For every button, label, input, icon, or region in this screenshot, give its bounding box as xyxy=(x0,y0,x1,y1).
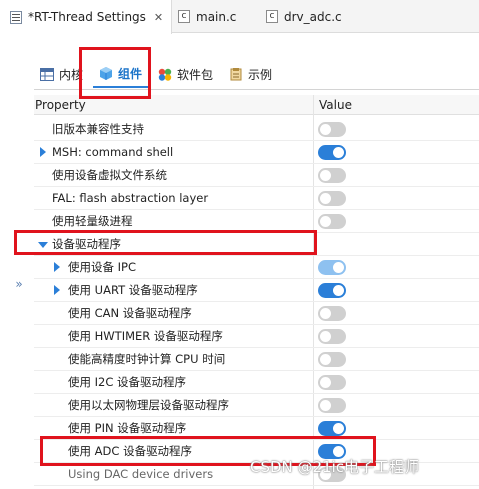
row-label: Using DAC device drivers xyxy=(68,467,214,481)
toggle-switch[interactable] xyxy=(318,398,346,413)
header-value: Value xyxy=(319,97,352,112)
table-row[interactable]: 使用 CAN 设备驱动程序 xyxy=(34,302,479,325)
toggle-knob xyxy=(320,354,331,365)
sidebar-expand-icon[interactable]: » xyxy=(10,275,28,293)
table-row[interactable]: 使用 I2C 设备驱动程序 xyxy=(34,371,479,394)
toggle-switch[interactable] xyxy=(318,375,346,390)
example-icon xyxy=(229,67,243,81)
table-row[interactable]: 使用 UART 设备驱动程序 xyxy=(34,279,479,302)
table-row[interactable]: 使用 HWTIMER 设备驱动程序 xyxy=(34,325,479,348)
toggle-switch[interactable] xyxy=(318,283,346,298)
row-label: 旧版本兼容性支持 xyxy=(52,122,144,136)
toggle-switch[interactable] xyxy=(318,306,346,321)
row-label: 使用以太网物理层设备驱动程序 xyxy=(68,398,229,412)
toggle-switch[interactable] xyxy=(318,122,346,137)
tab-label: drv_adc.c xyxy=(284,9,342,24)
toggle-knob xyxy=(333,423,344,434)
toggle-knob xyxy=(320,216,331,227)
toggle-knob xyxy=(333,147,344,158)
toggle-switch[interactable] xyxy=(318,191,346,206)
toggle-switch[interactable] xyxy=(318,168,346,183)
toggle-knob xyxy=(320,170,331,181)
toggle-switch[interactable] xyxy=(318,329,346,344)
table-row[interactable]: 旧版本兼容性支持 xyxy=(34,118,479,141)
toggle-switch[interactable] xyxy=(318,214,346,229)
tab-drv-adc-c[interactable]: c drv_adc.c xyxy=(266,0,366,33)
editor-tab-bar: *RT-Thread Settings ✕ c main.c c drv_adc… xyxy=(0,0,479,34)
row-label: 使用设备虚拟文件系统 xyxy=(52,168,167,182)
close-icon[interactable]: ✕ xyxy=(154,11,163,24)
table-row[interactable]: 使用以太网物理层设备驱动程序 xyxy=(34,394,479,417)
highlight-box-components xyxy=(79,47,151,99)
toggle-knob xyxy=(320,124,331,135)
chevron-right-icon[interactable] xyxy=(54,262,60,272)
tab-label: main.c xyxy=(196,9,237,24)
package-icon xyxy=(158,68,172,81)
subtab-label: 软件包 xyxy=(177,67,214,82)
toggle-knob xyxy=(320,331,331,342)
table-row[interactable]: 使用设备虚拟文件系统 xyxy=(34,164,479,187)
row-label: 使用设备 IPC xyxy=(68,260,137,274)
row-label: 使用 HWTIMER 设备驱动程序 xyxy=(68,329,223,343)
toggle-knob xyxy=(320,400,331,411)
subtab-packages[interactable]: 软件包 xyxy=(152,60,219,88)
toggle-knob xyxy=(320,377,331,388)
kernel-icon xyxy=(40,67,54,81)
c-file-icon: c xyxy=(266,10,278,23)
c-file-icon: c xyxy=(178,10,190,23)
watermark-text: CSDN @21ic电子工程师 xyxy=(250,458,420,476)
toggle-switch[interactable] xyxy=(318,421,346,436)
row-label: 使用 I2C 设备驱动程序 xyxy=(68,375,187,389)
row-label: 使用轻量级进程 xyxy=(52,214,133,228)
row-label: 使能高精度时钟计算 CPU 时间 xyxy=(68,352,226,366)
settings-subtabs: 内核 组件 软件包 示例 xyxy=(34,58,282,90)
chevron-right-icon[interactable] xyxy=(54,285,60,295)
table-row[interactable]: 使能高精度时钟计算 CPU 时间 xyxy=(34,348,479,371)
tab-rt-thread-settings[interactable]: *RT-Thread Settings ✕ xyxy=(0,0,172,34)
row-label: 使用 UART 设备驱动程序 xyxy=(68,283,198,297)
highlight-box-device-drivers xyxy=(14,230,317,255)
subtab-examples[interactable]: 示例 xyxy=(223,60,278,88)
settings-file-icon xyxy=(10,10,22,24)
toggle-switch[interactable] xyxy=(318,352,346,367)
property-table-body: 旧版本兼容性支持 MSH: command shell 使用设备虚拟文件系统 FAL:… xyxy=(34,118,479,486)
chevron-right-icon[interactable] xyxy=(40,147,46,157)
toggle-switch[interactable] xyxy=(318,260,346,275)
toggle-knob xyxy=(333,262,344,273)
table-row[interactable]: FAL: flash abstraction layer xyxy=(34,187,479,210)
toggle-knob xyxy=(333,285,344,296)
tab-label: *RT-Thread Settings xyxy=(28,10,146,24)
row-label: 使用 PIN 设备驱动程序 xyxy=(68,421,187,435)
toggle-switch[interactable] xyxy=(318,145,346,160)
toggle-knob xyxy=(320,308,331,319)
subtab-label: 示例 xyxy=(248,67,273,82)
row-label: MSH: command shell xyxy=(52,145,174,159)
toggle-knob xyxy=(320,193,331,204)
table-row[interactable]: 使用设备 IPC xyxy=(34,256,479,279)
table-row[interactable]: MSH: command shell xyxy=(34,141,479,164)
tab-main-c[interactable]: c main.c xyxy=(178,0,258,33)
header-property: Property xyxy=(35,97,86,112)
row-label: 使用 CAN 设备驱动程序 xyxy=(68,306,192,320)
row-label: FAL: flash abstraction layer xyxy=(52,191,209,205)
